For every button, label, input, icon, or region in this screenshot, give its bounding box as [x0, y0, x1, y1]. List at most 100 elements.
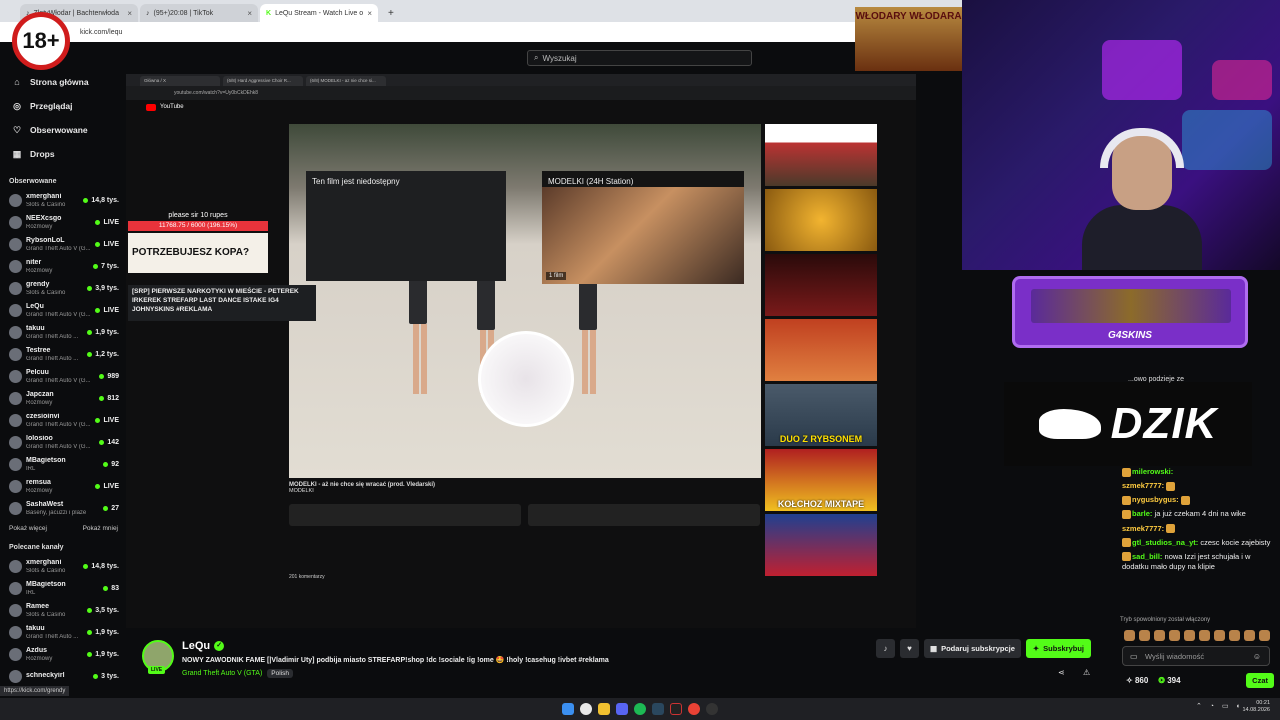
- stream-category-row: Grand Theft Auto V (GTA) Polish: [182, 669, 293, 678]
- channel-name: MBagietson: [26, 456, 66, 464]
- close-icon[interactable]: ×: [247, 9, 252, 18]
- viewer-count: 1,2 tys.: [87, 351, 119, 358]
- search-input[interactable]: ⌕ Wyszukaj: [527, 50, 752, 66]
- channel-name: Japczan: [26, 390, 54, 398]
- sidebar-channel[interactable]: Testree Grand Theft Auto ... 1,2 tys.: [0, 343, 126, 365]
- steam-icon[interactable]: [652, 703, 664, 715]
- folder-icon[interactable]: [598, 703, 610, 715]
- emote-icon[interactable]: [1169, 629, 1180, 641]
- browser-tab[interactable]: ♪ (95+)20:08 | TikTok ×: [140, 4, 258, 22]
- sidebar-channel[interactable]: SashaWest Baseny, jacuzzi i plaże 27: [0, 497, 126, 519]
- sidebar-channel[interactable]: Ramee Slots & Casino 3,5 tys.: [0, 599, 126, 621]
- sidebar-channel[interactable]: takuu Grand Theft Auto ... 1,9 tys.: [0, 321, 126, 343]
- badge-icon: [1122, 509, 1131, 519]
- browser-tab-active[interactable]: K LeQu Stream - Watch Live o ×: [260, 4, 378, 22]
- emote-icon[interactable]: [1184, 629, 1195, 641]
- screen: ♪ ZłotyWłodar | Bachterwłoda × ♪ (95+)20:08…: [0, 0, 1280, 720]
- emote-icon[interactable]: [1139, 629, 1150, 641]
- sidebar-channel[interactable]: NEEXcsgo Rozmowy LIVE: [0, 211, 126, 233]
- browser-icon[interactable]: [580, 703, 592, 715]
- live-dot-icon: [87, 651, 93, 657]
- emote-icon[interactable]: [1154, 629, 1165, 641]
- notification-bell-button[interactable]: ♪: [876, 639, 895, 658]
- chat-input[interactable]: ▭ Wyślij wiadomość ☺: [1122, 646, 1270, 666]
- clock[interactable]: 00:21 14.08.2026: [1242, 700, 1270, 713]
- emote-icon[interactable]: [1124, 629, 1135, 641]
- neon-light: [1102, 40, 1182, 100]
- app-icon[interactable]: [670, 703, 682, 715]
- sidebar-channel[interactable]: czesioinvi Grand Theft Auto V (G... LIVE: [0, 409, 126, 431]
- share-icon[interactable]: ⋖: [1058, 668, 1065, 677]
- inner-url: youtube.com/watch?v=Uy0bCkDEhk8: [126, 86, 916, 100]
- emote-icon[interactable]: [1199, 629, 1210, 641]
- channel-name: xmerghani: [26, 558, 62, 566]
- nav-browse[interactable]: ◎ Przeglądaj: [0, 94, 126, 118]
- viewer-count: LIVE: [95, 483, 119, 490]
- show-less-button[interactable]: Pokaż mniej: [83, 525, 118, 532]
- sidebar-channel[interactable]: Azdus Rozmowy 1,9 tys.: [0, 643, 126, 665]
- emote-icon: [1180, 495, 1190, 505]
- inner-video-description: [289, 504, 521, 526]
- sidebar-channel[interactable]: LeQu Grand Theft Auto V (G... LIVE: [0, 299, 126, 321]
- new-tab-button[interactable]: +: [380, 4, 402, 22]
- nav-following[interactable]: ♡ Obserwowane: [0, 118, 126, 142]
- chat-menu-icon[interactable]: ▭: [1130, 652, 1138, 661]
- sidebar-channel[interactable]: schneckyirl 3 tys.: [0, 665, 126, 687]
- chat-send-button[interactable]: Czat: [1246, 672, 1274, 688]
- report-icon[interactable]: ⚠: [1083, 668, 1090, 677]
- obs-icon[interactable]: [706, 703, 718, 715]
- nav-drops[interactable]: ▦ Drops: [0, 142, 126, 166]
- sidebar-channel[interactable]: xmerghani Slots & Casino 14,8 tys.: [0, 189, 126, 211]
- close-icon[interactable]: ×: [367, 9, 372, 18]
- webcam-feed: [962, 0, 1280, 270]
- follow-heart-button[interactable]: ♥: [900, 639, 919, 658]
- sidebar-channel[interactable]: MBagietson IRL 92: [0, 453, 126, 475]
- sidebar-channel[interactable]: Pelcuu Grand Theft Auto V (G... 989: [0, 365, 126, 387]
- playlist-count: 1 film: [546, 272, 567, 280]
- discord-icon[interactable]: [616, 703, 628, 715]
- inner-related-videos: DUO Z RYBSONEM KOŁCHOZ MIXTAPE: [765, 124, 877, 579]
- sidebar-channel[interactable]: grendy Slots & Casino 3,9 tys.: [0, 277, 126, 299]
- channel-name[interactable]: LeQu: [182, 640, 210, 652]
- chat-footer: ✧ 860 ❂ 394 Czat: [1126, 672, 1274, 688]
- tiktok-icon: ♪: [146, 9, 150, 17]
- emoji-icon[interactable]: ☺: [1253, 652, 1261, 661]
- live-dot-icon: [99, 373, 105, 379]
- sidebar-channel[interactable]: MBagietson IRL 83: [0, 577, 126, 599]
- sidebar-channel[interactable]: niter Rozmowy 7 tys.: [0, 255, 126, 277]
- channel-category: Slots & Casino: [26, 201, 66, 208]
- stream-video-player[interactable]: Główna / X (6/8) Hard Aggressive Choir R…: [126, 74, 916, 628]
- stream-category[interactable]: Grand Theft Auto V (GTA): [182, 670, 262, 677]
- unavailable-video-popup: Ten film jest niedostępny: [306, 171, 506, 281]
- close-icon[interactable]: ×: [127, 9, 132, 18]
- nav-home[interactable]: ⌂ Strona główna: [0, 70, 126, 94]
- language-tag[interactable]: Polish: [267, 669, 293, 678]
- windows-start-icon[interactable]: [562, 703, 574, 715]
- sidebar-channel[interactable]: Japczan Rozmowy 812: [0, 387, 126, 409]
- badge-icon: [1122, 552, 1131, 562]
- status-url: https://kick.com/grendy: [0, 686, 70, 696]
- sidebar-channel[interactable]: takuu Grand Theft Auto ... 1,9 tys.: [0, 621, 126, 643]
- channel-text: remsua Rozmowy: [26, 479, 91, 494]
- emote-icon[interactable]: [1229, 629, 1240, 641]
- channel-text: NEEXcsgo Rozmowy: [26, 215, 91, 230]
- live-dot-icon: [103, 505, 109, 511]
- avatar: [9, 325, 22, 339]
- emote-icon[interactable]: [1244, 629, 1255, 641]
- related-thumb: [765, 514, 877, 576]
- channel-name: SashaWest: [26, 500, 64, 508]
- spotify-icon[interactable]: [634, 703, 646, 715]
- tray-icons[interactable]: ⌃ ◔ ▭ ◐: [1196, 702, 1244, 710]
- inner-video-meta: MODELKI - aż nie chce się wracać (prod. …: [289, 482, 761, 494]
- sidebar-channel[interactable]: remsua Rozmowy LIVE: [0, 475, 126, 497]
- sidebar-channel[interactable]: RybsonLoL Grand Theft Auto V (G... LIVE: [0, 233, 126, 255]
- sidebar-channel[interactable]: lolosioo Grand Theft Auto V (G... 142: [0, 431, 126, 453]
- subscribe-button[interactable]: ✦ Subskrybuj: [1025, 639, 1092, 658]
- show-more-button[interactable]: Pokaż więcej: [9, 525, 47, 532]
- emote-icon[interactable]: [1259, 629, 1270, 641]
- sidebar-channel[interactable]: xmerghani Slots & Casino 14,8 tys.: [0, 555, 126, 577]
- emote-icon[interactable]: [1214, 629, 1225, 641]
- chrome-icon[interactable]: [688, 703, 700, 715]
- inner-video-comment-box: [528, 504, 760, 526]
- gift-subs-button[interactable]: ▦ Podaruj subskrypcje: [924, 639, 1021, 658]
